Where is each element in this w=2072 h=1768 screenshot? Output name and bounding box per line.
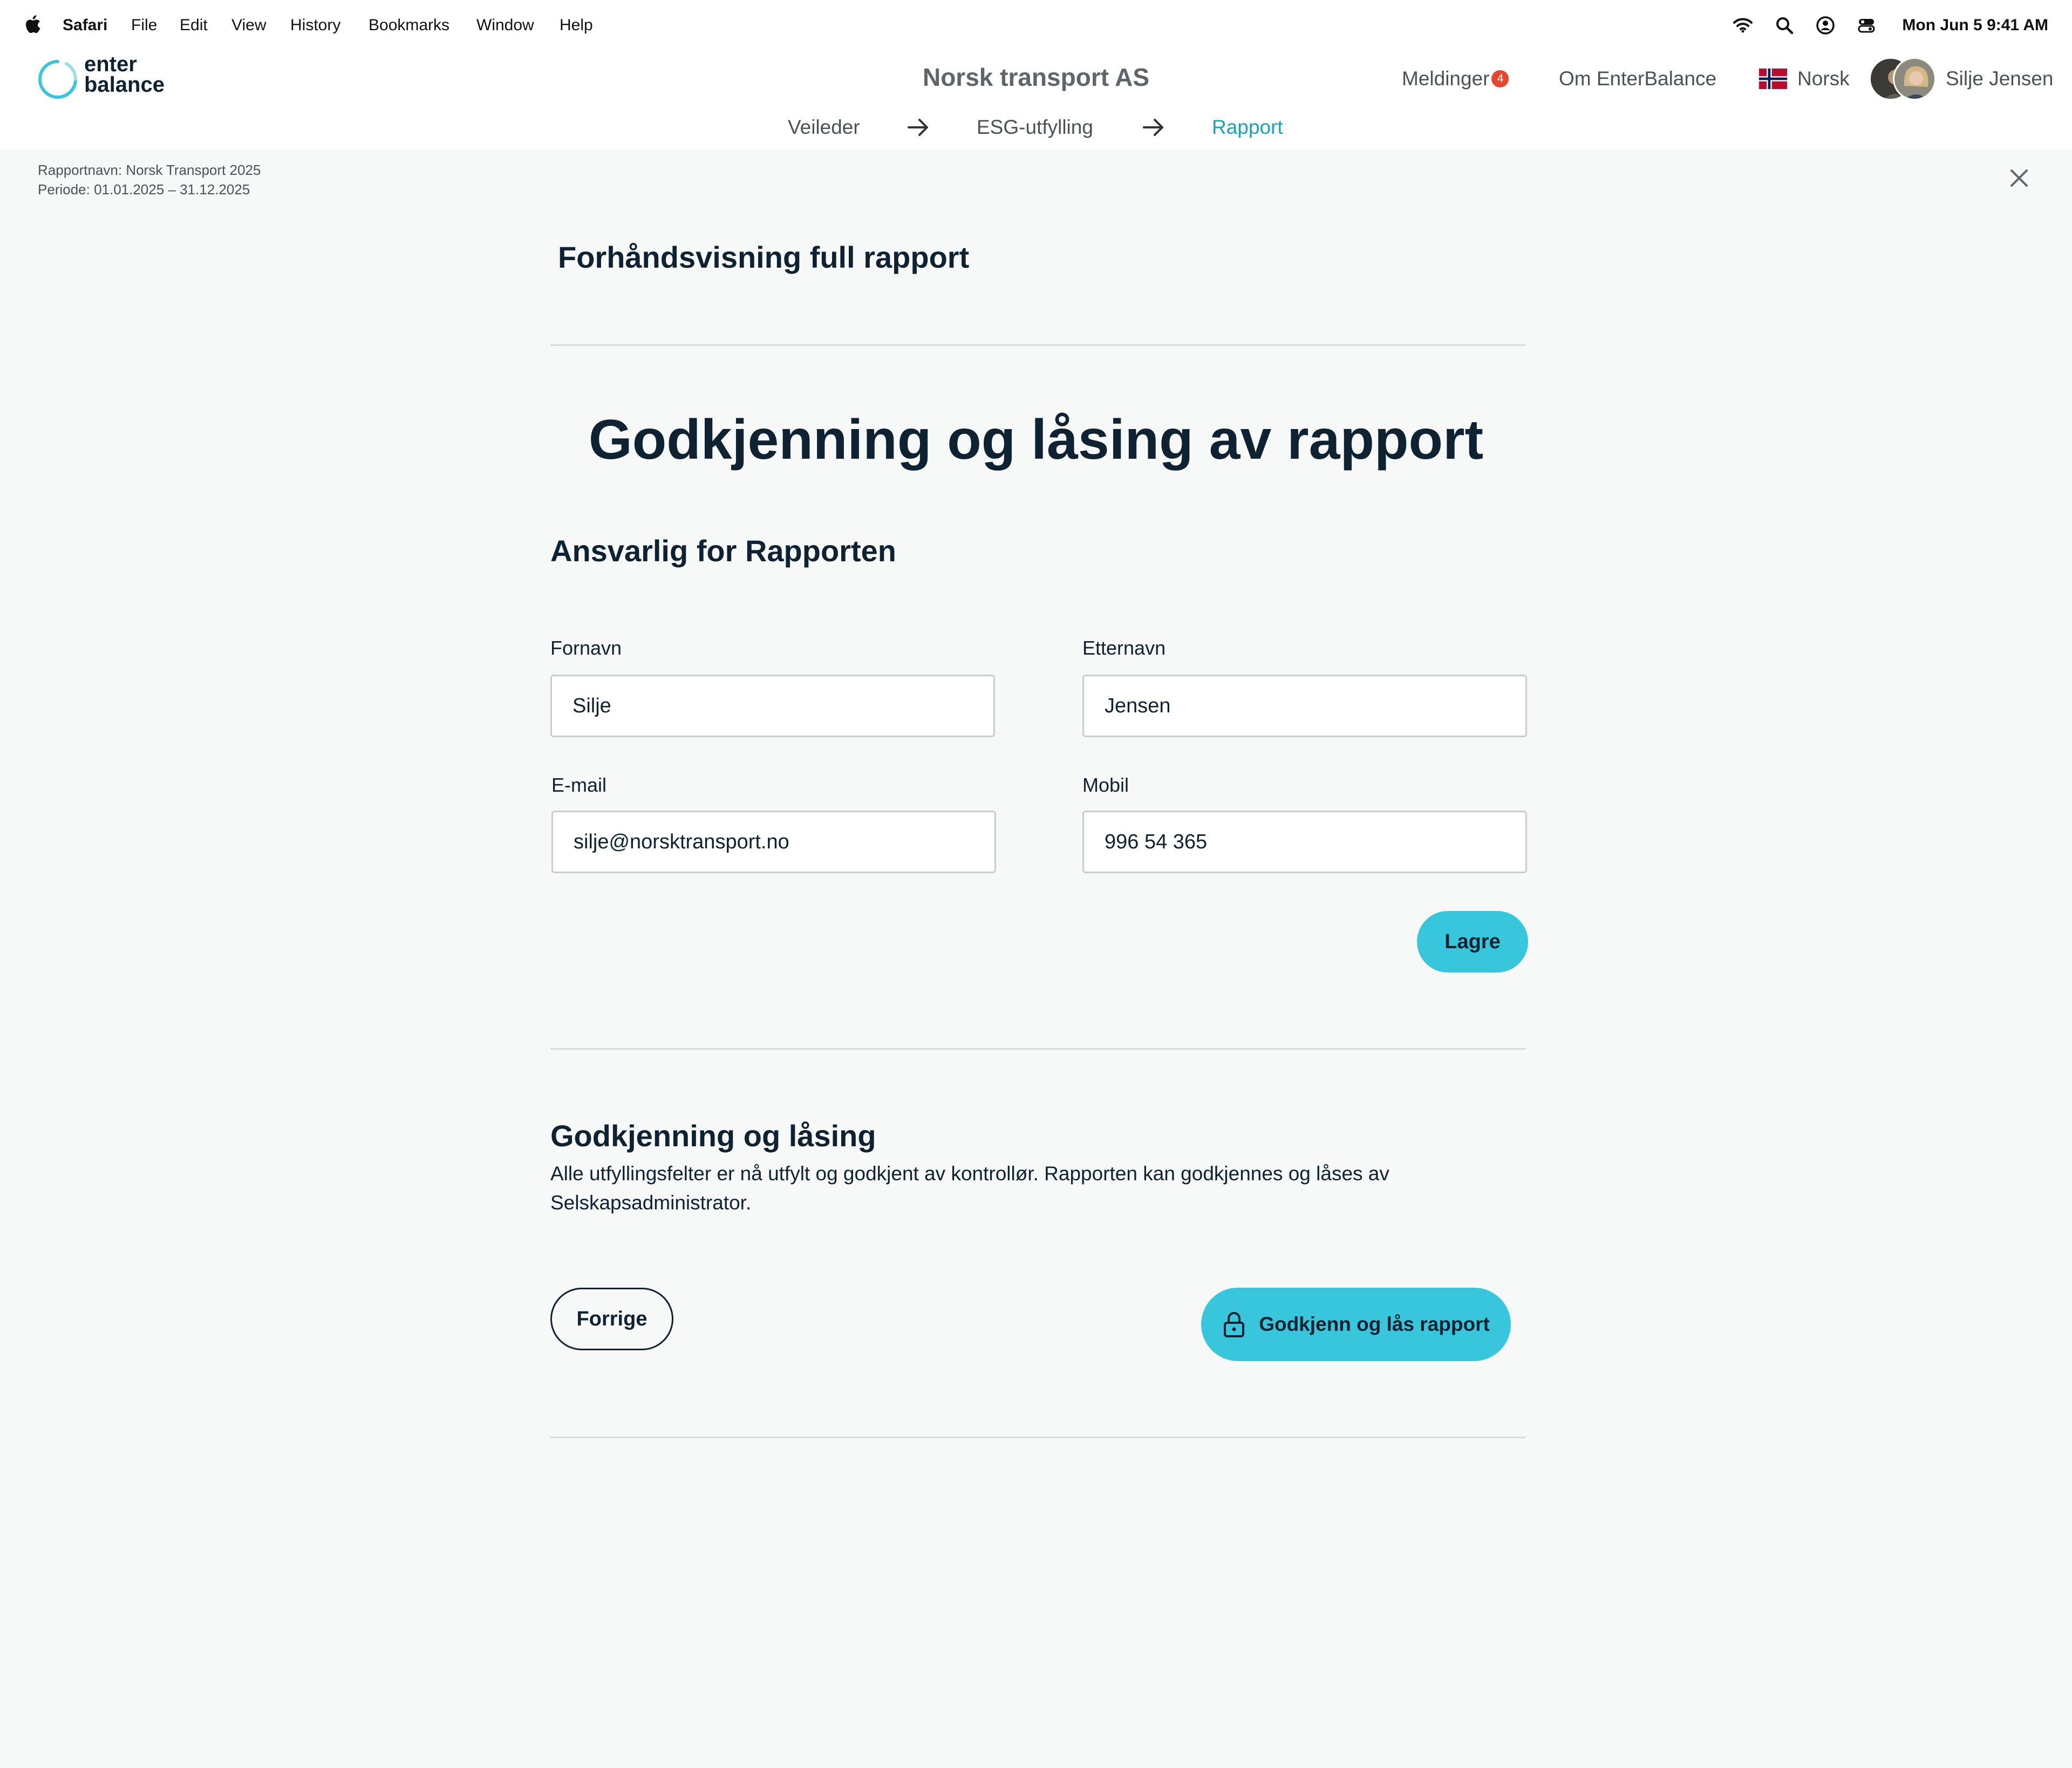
menu-history[interactable]: History bbox=[290, 16, 340, 35]
last-name-label: Etternavn bbox=[1082, 637, 1166, 659]
step-rapport[interactable]: Rapport bbox=[1212, 115, 1283, 139]
apple-logo-icon[interactable] bbox=[23, 14, 41, 36]
about-link[interactable]: Om EnterBalance bbox=[1559, 67, 1716, 91]
menubar-clock: Mon Jun 5 9:41 AM bbox=[1902, 16, 2048, 34]
menu-view[interactable]: View bbox=[231, 16, 266, 35]
divider bbox=[550, 1437, 1526, 1438]
approve-button-label: Godkjenn og lås rapport bbox=[1259, 1313, 1490, 1335]
divider bbox=[550, 344, 1526, 346]
email-field[interactable] bbox=[551, 811, 996, 873]
menu-file[interactable]: File bbox=[131, 16, 157, 35]
page-heading: Godkjenning og låsing av rapport bbox=[588, 409, 1484, 471]
first-name-field[interactable] bbox=[550, 675, 995, 737]
menu-help[interactable]: Help bbox=[560, 16, 593, 35]
messages-count-badge: 4 bbox=[1491, 70, 1509, 88]
first-name-label: Fornavn bbox=[550, 637, 622, 659]
messages-link[interactable]: Meldinger 4 bbox=[1402, 67, 1509, 91]
approve-and-lock-button[interactable]: Godkjenn og lås rapport bbox=[1201, 1288, 1511, 1361]
divider bbox=[550, 1048, 1526, 1050]
save-button[interactable]: Lagre bbox=[1417, 911, 1528, 973]
search-icon[interactable] bbox=[1774, 15, 1795, 36]
mobile-field[interactable] bbox=[1082, 811, 1527, 873]
approval-heading: Godkjenning og låsing bbox=[550, 1119, 876, 1153]
approval-description: Alle utfyllingsfelter er nå utfylt og go… bbox=[550, 1162, 1389, 1214]
mobile-label: Mobil bbox=[1082, 774, 1129, 796]
responsible-heading: Ansvarlig for Rapporten bbox=[550, 534, 896, 568]
wifi-icon[interactable] bbox=[1733, 15, 1753, 36]
step-esg-utfylling[interactable]: ESG-utfylling bbox=[977, 115, 1093, 139]
messages-label: Meldinger bbox=[1402, 67, 1490, 90]
report-name: Rapportnavn: Norsk Transport 2025 bbox=[38, 162, 261, 178]
previous-button[interactable]: Forrige bbox=[550, 1288, 673, 1350]
menu-window[interactable]: Window bbox=[476, 16, 534, 35]
report-period: Periode: 01.01.2025 – 31.12.2025 bbox=[38, 181, 250, 198]
arrow-right-icon bbox=[1143, 119, 1163, 136]
menu-edit[interactable]: Edit bbox=[180, 16, 208, 35]
lock-icon bbox=[1224, 1312, 1245, 1337]
arrow-right-icon bbox=[908, 119, 928, 136]
menu-safari[interactable]: Safari bbox=[63, 16, 107, 35]
user-circle-icon[interactable] bbox=[1815, 15, 1836, 36]
norway-flag-icon[interactable] bbox=[1758, 69, 1788, 89]
last-name-field[interactable] bbox=[1082, 675, 1527, 737]
menu-bar: Safari File Edit View History Bookmarks … bbox=[0, 0, 2072, 51]
control-center-icon[interactable] bbox=[1856, 15, 1877, 36]
language-selector[interactable]: Norsk bbox=[1797, 67, 1850, 91]
preview-title: Forhåndsvisning full rapport bbox=[558, 240, 970, 274]
avatar-user[interactable] bbox=[1893, 57, 1936, 100]
user-name[interactable]: Silje Jensen bbox=[1946, 67, 2054, 91]
menu-bookmarks[interactable]: Bookmarks bbox=[369, 16, 449, 35]
close-icon[interactable] bbox=[2007, 166, 2031, 190]
step-veileder[interactable]: Veileder bbox=[788, 115, 860, 139]
email-label: E-mail bbox=[551, 774, 607, 796]
